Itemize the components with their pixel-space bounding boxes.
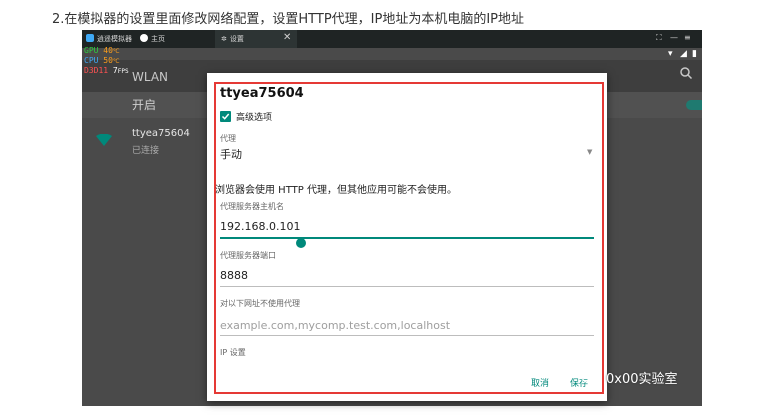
tab-settings-label: 设置 bbox=[229, 35, 244, 43]
minimize-icon[interactable]: — bbox=[670, 33, 678, 42]
app-logo-icon bbox=[86, 34, 94, 42]
bypass-label: 对以下网址不使用代理 bbox=[220, 299, 300, 308]
app-name: 逍遥模拟器 bbox=[97, 35, 132, 43]
port-label: 代理服务器端口 bbox=[220, 251, 276, 260]
gpu-label: GPU bbox=[84, 46, 99, 55]
app-title: 逍遥模拟器 bbox=[86, 33, 132, 45]
wlan-switch-label: 开启 bbox=[132, 98, 157, 112]
dialog-title: ttyea75604 bbox=[220, 86, 304, 101]
tab-home-label: 主页 bbox=[151, 35, 165, 43]
caption: 2.在模拟器的设置里面修改网络配置，设置HTTP代理，IP地址为本机电脑的IP地… bbox=[52, 12, 525, 27]
d3d-label: D3D11 bbox=[84, 66, 109, 75]
watermark-text: 0x00实验室 bbox=[606, 372, 678, 387]
home-icon bbox=[140, 34, 148, 42]
page-title: WLAN bbox=[132, 70, 169, 84]
text-cursor-handle[interactable] bbox=[296, 238, 306, 248]
host-underline bbox=[220, 237, 594, 239]
proxy-dropdown[interactable]: 手动 bbox=[220, 146, 242, 162]
cpu-label: CPU bbox=[84, 56, 99, 65]
wlan-toggle[interactable] bbox=[686, 100, 702, 110]
bypass-underline bbox=[220, 335, 594, 336]
fps-readout: D3D11 7FPS bbox=[84, 66, 129, 76]
tab-settings-title: ✲ 设置 bbox=[221, 33, 244, 45]
host-label: 代理服务器主机名 bbox=[220, 202, 284, 211]
host-input[interactable]: 192.168.0.101 bbox=[220, 220, 300, 233]
dropdown-arrow-icon[interactable]: ▼ bbox=[587, 148, 592, 156]
proxy-warning: 浏览器会使用 HTTP 代理，但其他应用可能不会使用。 bbox=[215, 185, 457, 196]
cpu-readout: CPU 50℃ bbox=[84, 56, 129, 66]
gpu-unit: ℃ bbox=[112, 48, 120, 55]
gear-icon: ✲ bbox=[221, 35, 227, 43]
performance-overlay: GPU 40℃ CPU 50℃ D3D11 7FPS bbox=[84, 46, 129, 76]
signal-icon: ◢ bbox=[680, 49, 687, 59]
cpu-unit: ℃ bbox=[112, 58, 120, 65]
cancel-button[interactable]: 取消 bbox=[531, 376, 549, 389]
advanced-label: 高级选项 bbox=[236, 113, 273, 123]
wifi-status-icon: ▾ bbox=[668, 49, 673, 59]
fullscreen-icon[interactable]: ⛶ bbox=[656, 33, 662, 43]
tab-home[interactable]: 主页 bbox=[140, 33, 165, 45]
port-underline bbox=[220, 286, 594, 287]
network-ssid: ttyea75604 bbox=[132, 128, 190, 139]
network-status: 已连接 bbox=[132, 146, 160, 156]
tab-close-icon[interactable]: ✕ bbox=[283, 32, 291, 43]
search-icon[interactable] bbox=[679, 66, 693, 80]
cpu-temp: 50 bbox=[103, 56, 113, 65]
checkmark-icon bbox=[221, 113, 230, 120]
android-statusbar bbox=[82, 48, 702, 60]
port-input[interactable]: 8888 bbox=[220, 269, 248, 282]
bypass-input[interactable]: example.com,mycomp.test.com,localhost bbox=[220, 319, 450, 332]
fps-unit: FPS bbox=[117, 68, 129, 75]
proxy-label: 代理 bbox=[220, 134, 236, 143]
ip-settings-label: IP 设置 bbox=[220, 348, 246, 357]
menu-icon[interactable]: ≡ bbox=[684, 33, 691, 42]
emulator-titlebar bbox=[82, 30, 702, 48]
gpu-temp: 40 bbox=[103, 46, 113, 55]
wifi-icon bbox=[96, 134, 112, 146]
gpu-readout: GPU 40℃ bbox=[84, 46, 129, 56]
wechat-logo-icon bbox=[581, 371, 600, 384]
advanced-checkbox[interactable] bbox=[220, 111, 231, 122]
battery-icon: ▮ bbox=[692, 49, 697, 59]
